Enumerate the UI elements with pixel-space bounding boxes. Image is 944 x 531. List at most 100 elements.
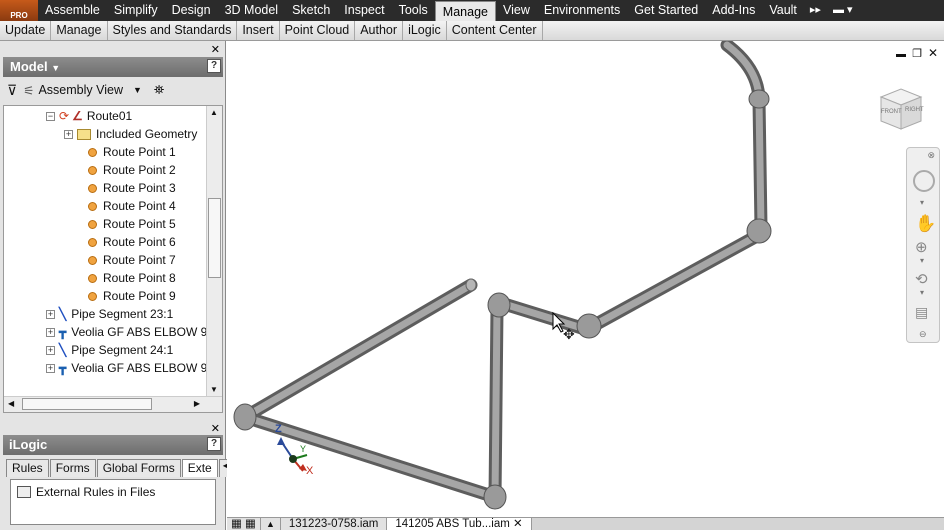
tab-forms[interactable]: Forms (49, 459, 96, 477)
tree-item-label: Route Point 3 (103, 181, 176, 195)
binoculars-icon[interactable]: ⛯ (154, 82, 164, 98)
tab-design[interactable]: Design (165, 0, 218, 21)
tree-item-pipe-segment[interactable]: + ╲ Pipe Segment 24:1 (46, 341, 173, 359)
panel-styles-and-standards[interactable]: Styles and Standards (108, 21, 238, 40)
route-point-icon (88, 165, 97, 175)
expand-icon[interactable]: + (46, 327, 55, 337)
expand-icon[interactable]: + (46, 363, 55, 373)
scroll-thumb[interactable] (208, 198, 221, 278)
orbit-icon[interactable]: ⟲ (915, 270, 928, 288)
tree-item-label: Included Geometry (96, 127, 198, 141)
tab-simplify[interactable]: Simplify (107, 0, 165, 21)
tree-item-route-point[interactable]: Route Point 8 (88, 269, 176, 287)
tree-item-route-point[interactable]: Route Point 5 (88, 215, 176, 233)
tab-inspect[interactable]: Inspect (337, 0, 391, 21)
expand-icon[interactable]: + (46, 309, 55, 319)
tree-item-route-point[interactable]: Route Point 4 (88, 197, 176, 215)
tab-assemble[interactable]: Assemble (38, 0, 107, 21)
panel-content-center[interactable]: Content Center (447, 21, 543, 40)
tree-item-included-geometry[interactable]: + Included Geometry (64, 125, 197, 143)
application-menu-button[interactable]: PRO (0, 0, 38, 21)
scroll-right-icon[interactable]: ▶ (194, 399, 200, 408)
tree-item-route-point[interactable]: Route Point 2 (88, 161, 176, 179)
scroll-down-icon[interactable]: ▼ (210, 385, 218, 394)
chevron-down-icon[interactable]: ▾ (920, 198, 924, 207)
tab-sketch[interactable]: Sketch (285, 0, 337, 21)
more-tabs-icon[interactable]: ▸▸ (804, 0, 827, 21)
help-icon[interactable]: ? (207, 59, 221, 73)
view-selector[interactable]: Assembly View (38, 83, 123, 97)
minimize-icon[interactable]: ▬ (896, 49, 906, 60)
tree-vertical-scrollbar[interactable]: ▲ ▼ (206, 106, 222, 396)
tree-item-route[interactable]: − ⟳ ∠ Route01 (46, 107, 132, 125)
panel-update[interactable]: Update (0, 21, 52, 40)
tree-item-route-point[interactable]: Route Point 7 (88, 251, 176, 269)
external-rules-item[interactable]: External Rules in Files (17, 485, 155, 499)
filter-icon[interactable]: ⊽ (7, 82, 17, 99)
close-window-icon[interactable]: ✕ (928, 46, 938, 60)
panel-insert[interactable]: Insert (237, 21, 280, 40)
viewcube[interactable]: FRONT RIGHT (877, 85, 925, 133)
tab-3d-model[interactable]: 3D Model (218, 0, 286, 21)
tree-item-route-point[interactable]: Route Point 1 (88, 143, 176, 161)
fitting-icon: ┳ (59, 325, 67, 339)
collapse-icon[interactable]: − (46, 111, 55, 121)
zoom-icon[interactable]: ⊕ (915, 238, 928, 256)
help-icon[interactable]: ? (207, 437, 221, 451)
tree-item-elbow[interactable]: + ┳ Veolia GF ABS ELBOW 90 (46, 359, 214, 377)
scroll-thumb[interactable] (22, 398, 152, 410)
panel-point-cloud[interactable]: Point Cloud (280, 21, 356, 40)
tab-view[interactable]: View (496, 0, 537, 21)
tab-get-started[interactable]: Get Started (627, 0, 705, 21)
ilogic-panel-header: iLogic ? (3, 435, 223, 455)
close-navbar-icon[interactable]: ⊗ (927, 150, 935, 161)
close-browser-icon[interactable]: ✕ (211, 43, 220, 56)
chevron-down-icon[interactable]: ▾ (920, 288, 924, 297)
model-panel-header[interactable]: Model ▼ ? (3, 57, 223, 77)
tree-item-label: Route Point 4 (103, 199, 176, 213)
tree-item-route-point[interactable]: Route Point 6 (88, 233, 176, 251)
ribbon-panel-bar: Update Manage Styles and Standards Inser… (0, 21, 944, 41)
tab-add-ins[interactable]: Add-Ins (705, 0, 762, 21)
tab-manage[interactable]: Manage (434, 1, 496, 21)
steering-wheel-icon[interactable] (913, 170, 935, 192)
tab-vault[interactable]: Vault (762, 0, 804, 21)
tree-item-route-point[interactable]: Route Point 9 (88, 287, 176, 305)
panel-manage[interactable]: Manage (51, 21, 108, 40)
customize-navbar-icon[interactable]: ⊖ (919, 329, 927, 340)
route-point-icon (88, 273, 97, 283)
tree-horizontal-scrollbar[interactable]: ◀ ▶ (4, 396, 222, 412)
chevron-down-icon[interactable]: ▾ (920, 256, 924, 265)
panel-author[interactable]: Author (355, 21, 404, 40)
pan-hand-icon[interactable]: ✋ (915, 214, 936, 234)
doc-tab-131223[interactable]: 131223-0758.iam (280, 518, 388, 530)
scroll-up-icon[interactable]: ▲ (210, 108, 218, 117)
scroll-left-icon[interactable]: ◀ (8, 399, 14, 408)
tab-rules[interactable]: Rules (6, 459, 49, 477)
tab-tools[interactable]: Tools (392, 0, 435, 21)
axis-z-label: Z (275, 423, 282, 435)
tile-windows-icon[interactable]: ▦ ▦ (227, 518, 261, 530)
axis-x-label: X (306, 465, 314, 477)
tab-external-rules[interactable]: Exte (181, 459, 218, 477)
tree-item-elbow[interactable]: + ┳ Veolia GF ABS ELBOW 90 (46, 323, 214, 341)
chevron-down-icon[interactable]: ▼ (133, 85, 142, 95)
document-list-icon[interactable]: ▲ (260, 518, 281, 530)
tab-environments[interactable]: Environments (537, 0, 627, 21)
ribbon-display-toggle-icon[interactable]: ▬ ▾ (827, 0, 859, 21)
pipe-segment-icon: ╲ (59, 343, 67, 357)
close-tab-icon[interactable]: ✕ (513, 518, 523, 530)
doc-tab-141205[interactable]: 141205 ABS Tub...iam ✕ (387, 518, 532, 530)
pipe-segment-icon: ╲ (59, 307, 67, 321)
close-ilogic-icon[interactable]: ✕ (211, 422, 220, 435)
browser-panel: ✕ Model ▼ ? ⊽ ⚟ Assembly View ▼ ⛯ − ⟳ ∠ … (0, 41, 249, 530)
expand-icon[interactable]: + (64, 129, 73, 139)
restore-icon[interactable]: ❐ (912, 47, 922, 60)
panel-ilogic[interactable]: iLogic (403, 21, 447, 40)
look-at-icon[interactable]: ▤ (915, 304, 928, 321)
expand-icon[interactable]: + (46, 345, 55, 355)
tree-item-pipe-segment[interactable]: + ╲ Pipe Segment 23:1 (46, 305, 173, 323)
graphics-viewport[interactable]: ✥ Z Y X ▬ ❐ ✕ FRONT RIGHT ⊗ ▾ ✋ ⊕ ▾ ⟲ ▾ … (227, 38, 944, 517)
tab-global-forms[interactable]: Global Forms (96, 459, 181, 477)
tree-item-route-point[interactable]: Route Point 3 (88, 179, 176, 197)
